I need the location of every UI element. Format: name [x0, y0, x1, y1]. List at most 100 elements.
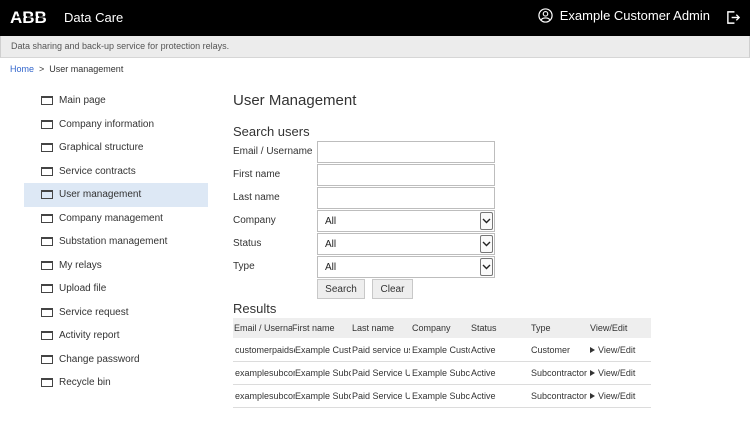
cell-email: examplesubcontractor — [235, 391, 302, 401]
results-section-title: Results — [233, 301, 277, 316]
sidebar-item-company-management[interactable]: Company management — [24, 207, 208, 231]
window-icon — [41, 119, 53, 129]
sidebar-nav: Main page Company information Graphical … — [24, 89, 208, 395]
column-header-first-name: First name — [292, 318, 348, 338]
first-name-label: First name — [233, 169, 281, 180]
user-circle-icon — [538, 8, 553, 23]
window-icon — [41, 166, 53, 176]
status-select[interactable]: All — [317, 233, 495, 255]
company-select[interactable]: All — [317, 210, 495, 232]
sidebar-item-label: Company information — [59, 118, 155, 130]
window-icon — [41, 190, 53, 200]
sidebar-item-label: Activity report — [59, 330, 120, 342]
results-table: Email / Username First name Last name Co… — [233, 318, 651, 408]
search-button[interactable]: Search — [317, 279, 365, 299]
window-icon — [41, 331, 53, 341]
sidebar-item-user-management[interactable]: User management — [24, 183, 208, 207]
view-edit-label: View/Edit — [598, 391, 636, 401]
chevron-down-icon — [480, 212, 493, 230]
cell-first-name: Example Subcontractor — [295, 385, 351, 407]
email-field[interactable] — [317, 141, 495, 163]
window-icon — [41, 237, 53, 247]
sidebar-item-substation-management[interactable]: Substation management — [24, 230, 208, 254]
sidebar-item-main-page[interactable]: Main page — [24, 89, 208, 113]
sidebar-item-company-information[interactable]: Company information — [24, 113, 208, 137]
sidebar-item-label: Main page — [59, 95, 106, 107]
sidebar-item-activity-report[interactable]: Activity report — [24, 324, 208, 348]
play-arrow-icon — [590, 347, 595, 353]
first-name-field[interactable] — [317, 164, 495, 186]
view-edit-link[interactable]: View/Edit — [590, 385, 650, 407]
cell-type: Subcontractor — [531, 391, 588, 401]
column-header-last-name: Last name — [352, 323, 395, 333]
cell-email: customerpaidservice — [235, 345, 302, 355]
search-section-title: Search users — [233, 124, 310, 139]
top-bar: ABB Data Care Example Customer Admin — [0, 0, 750, 36]
sidebar-item-upload-file[interactable]: Upload file — [24, 277, 208, 301]
sidebar-item-service-request[interactable]: Service request — [24, 301, 208, 325]
view-edit-label: View/Edit — [598, 368, 636, 378]
sidebar-item-label: Company management — [59, 212, 163, 224]
window-icon — [41, 213, 53, 223]
window-icon — [41, 354, 53, 364]
window-icon — [41, 378, 53, 388]
cell-email: examplesubcontractor — [235, 368, 302, 378]
type-select[interactable]: All — [317, 256, 495, 278]
cell-company: Example Subcontractor — [412, 362, 470, 384]
tagline: Data sharing and back-up service for pro… — [11, 41, 230, 51]
user-menu[interactable]: Example Customer Admin — [538, 8, 710, 23]
sidebar-item-service-contracts[interactable]: Service contracts — [24, 160, 208, 184]
company-label: Company — [233, 215, 276, 226]
cell-type: Subcontractor — [531, 368, 588, 378]
column-header-company: Company — [412, 323, 451, 333]
user-name: Example Customer Admin — [559, 8, 710, 23]
cell-last-name: Paid service user — [352, 339, 410, 361]
view-edit-link[interactable]: View/Edit — [590, 339, 650, 361]
cell-type: Customer — [531, 345, 571, 355]
window-icon — [41, 284, 53, 294]
view-edit-link[interactable]: View/Edit — [590, 362, 650, 384]
column-header-email: Email / Username — [234, 323, 294, 333]
breadcrumb-home-link[interactable]: Home — [10, 64, 34, 74]
breadcrumb-current: User management — [49, 64, 124, 74]
sidebar-item-label: Recycle bin — [59, 377, 111, 389]
play-arrow-icon — [590, 370, 595, 376]
sidebar-item-graphical-structure[interactable]: Graphical structure — [24, 136, 208, 160]
window-icon — [41, 96, 53, 106]
breadcrumb-separator: > — [39, 64, 45, 74]
sidebar-item-label: Substation management — [59, 236, 168, 248]
cell-first-name: Example Subcontractor — [295, 362, 351, 384]
logout-icon[interactable] — [726, 10, 741, 25]
cell-status: Active — [471, 339, 527, 361]
cell-status: Active — [471, 362, 527, 384]
status-select-value: All — [325, 239, 337, 250]
company-select-value: All — [325, 216, 337, 227]
sidebar-item-label: Upload file — [59, 283, 107, 295]
window-icon — [41, 143, 53, 153]
sidebar-item-change-password[interactable]: Change password — [24, 348, 208, 372]
sidebar-item-label: Service request — [59, 306, 129, 318]
sidebar-item-label: Graphical structure — [59, 142, 144, 154]
sidebar-item-label: My relays — [59, 259, 102, 271]
email-label: Email / Username — [233, 146, 313, 157]
window-icon — [41, 260, 53, 270]
breadcrumb: Home > User management — [10, 64, 123, 74]
abb-logo: ABB — [10, 8, 48, 26]
last-name-label: Last name — [233, 192, 280, 203]
table-row: customerpaidservice Example Customer Pai… — [233, 338, 651, 362]
sidebar-item-recycle-bin[interactable]: Recycle bin — [24, 371, 208, 395]
cell-last-name: Paid Service User — [352, 362, 410, 384]
last-name-field[interactable] — [317, 187, 495, 209]
clear-button[interactable]: Clear — [372, 279, 413, 299]
chevron-down-icon — [480, 235, 493, 253]
column-header-view-edit: View/Edit — [590, 323, 628, 333]
sidebar-item-label: User management — [59, 189, 142, 201]
sidebar-item-label: Service contracts — [59, 165, 136, 177]
column-header-type: Type — [531, 323, 551, 333]
cell-status: Active — [471, 385, 527, 407]
sidebar-item-my-relays[interactable]: My relays — [24, 254, 208, 278]
table-header-row: Email / Username First name Last name Co… — [233, 318, 651, 338]
app-title: Data Care — [64, 10, 124, 25]
play-arrow-icon — [590, 393, 595, 399]
cell-company: Example Customer — [412, 339, 470, 361]
